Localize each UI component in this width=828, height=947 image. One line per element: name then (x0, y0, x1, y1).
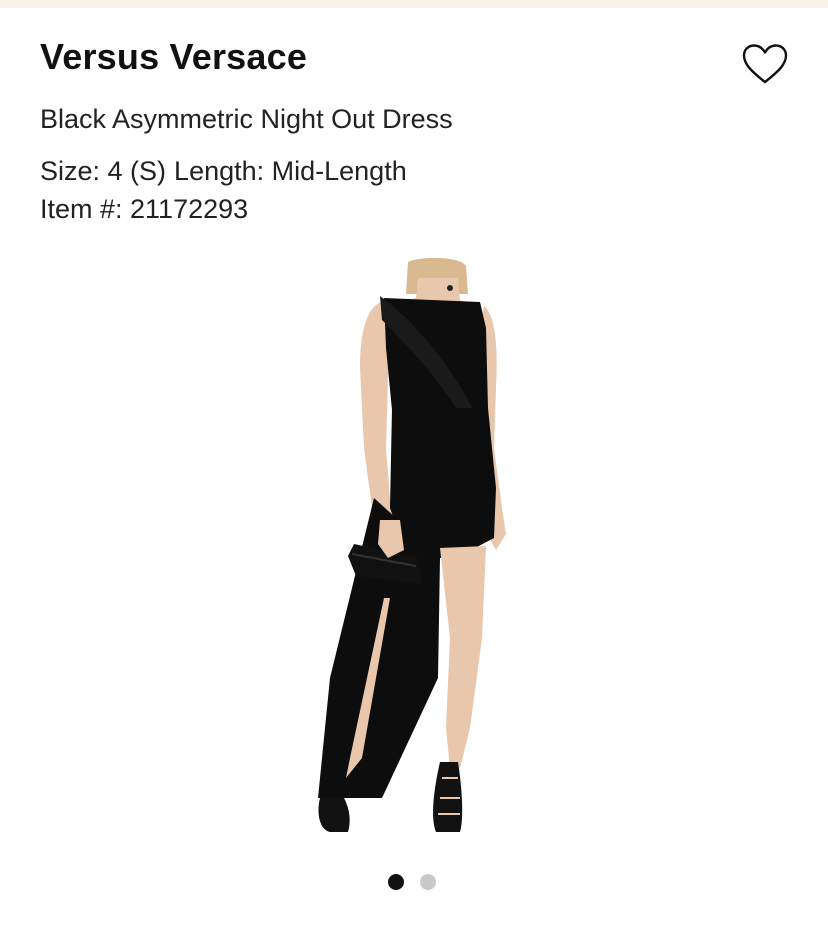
item-number: Item #: 21172293 (40, 194, 249, 224)
length-label: Length: Mid-Length (174, 156, 407, 186)
size-label: Size: 4 (S) (40, 156, 167, 186)
favorite-button[interactable] (738, 40, 792, 88)
pager-dot-2[interactable] (420, 874, 436, 890)
product-name: Black Asymmetric Night Out Dress (40, 104, 453, 134)
product-image[interactable] (290, 257, 540, 848)
brand-title: Versus Versace (40, 36, 308, 77)
size-length-line: Size: 4 (S) Length: Mid-Length (40, 156, 407, 187)
top-status-strip (0, 0, 828, 8)
image-pager (388, 874, 436, 890)
heart-outline-icon (742, 44, 788, 84)
pager-dot-1[interactable] (388, 874, 404, 890)
dress-photo (318, 257, 506, 832)
